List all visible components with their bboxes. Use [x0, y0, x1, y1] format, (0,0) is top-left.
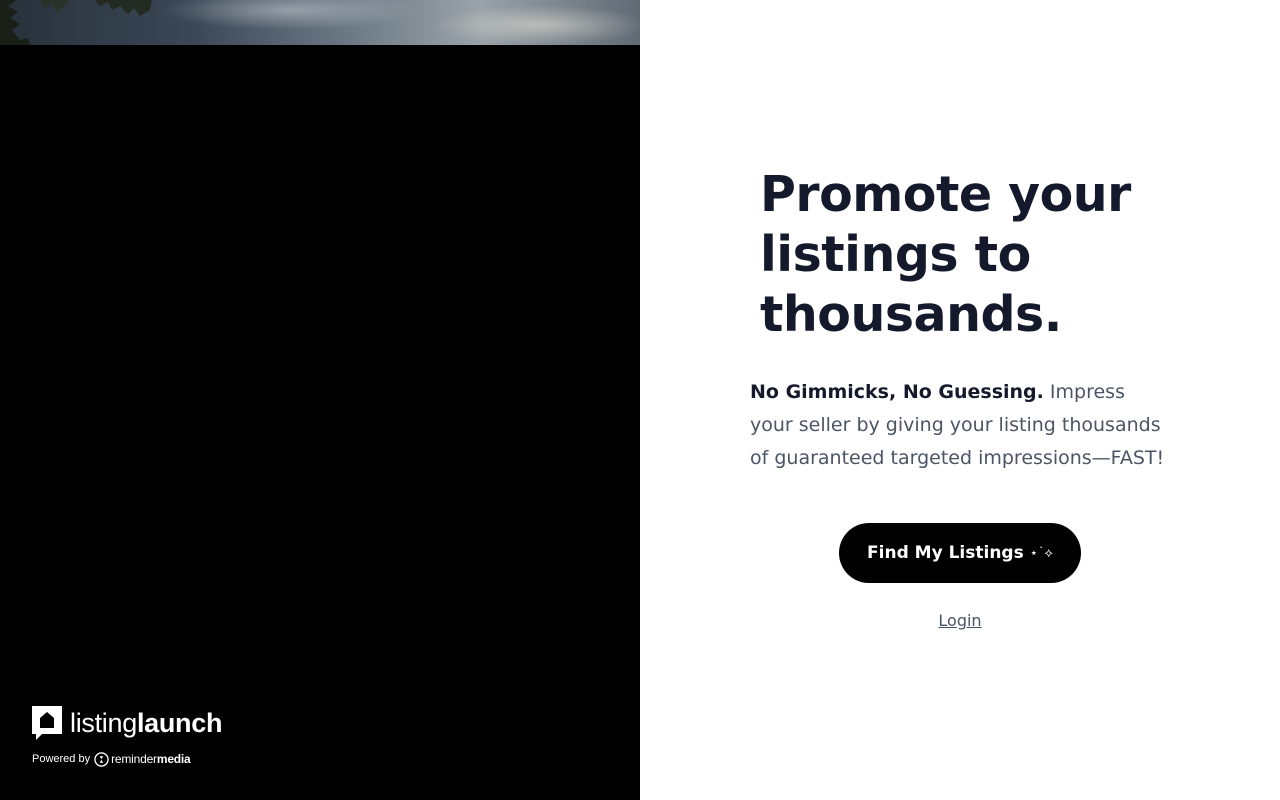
page: listinglaunch Powered by remindermedia P…	[0, 0, 1280, 800]
page-subtitle: No Gimmicks, No Guessing. Impress your s…	[750, 376, 1170, 475]
remindermedia-logo-icon	[94, 751, 109, 767]
page-title: Promote your listings to thousands.	[760, 166, 1131, 343]
left-panel: listinglaunch Powered by remindermedia	[0, 0, 640, 800]
right-panel: Promote your listings to thousands. No G…	[640, 0, 1280, 800]
hero-image	[0, 0, 640, 45]
find-my-listings-button[interactable]: Find My Listings ⋆˙⟡	[839, 523, 1081, 583]
powered-by-label: Powered by	[32, 753, 91, 765]
brand-logo: listinglaunch Powered by remindermedia	[32, 706, 222, 767]
find-my-listings-label: Find My Listings	[867, 543, 1024, 563]
login-link[interactable]: Login	[910, 611, 1010, 630]
subtitle-strong: No Gimmicks, No Guessing.	[750, 381, 1044, 403]
sparkle-icon: ⋆˙⟡	[1029, 545, 1053, 561]
tree-silhouette	[0, 0, 152, 45]
partner-name: remindermedia	[111, 752, 191, 766]
house-logo-icon	[32, 706, 62, 740]
powered-by: Powered by remindermedia	[32, 751, 222, 767]
brand-name: listinglaunch	[70, 708, 223, 738]
